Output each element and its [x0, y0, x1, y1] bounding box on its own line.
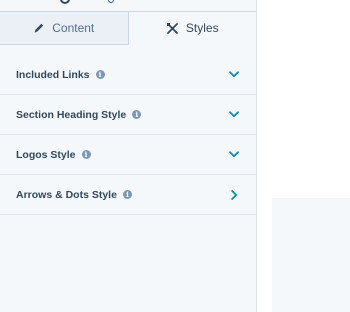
editor-tabs: Content Styles [0, 11, 256, 45]
section-logos-style[interactable]: Logos Style i [0, 135, 256, 175]
info-icon[interactable]: i [132, 110, 142, 119]
section-label: Section Heading Style [16, 108, 127, 121]
cut-off-icon [108, 0, 114, 3]
info-icon[interactable]: i [81, 150, 91, 159]
cut-off-icon [60, 0, 70, 4]
chevron-down-icon[interactable] [228, 149, 240, 161]
section-included-links[interactable]: Included Links i [0, 55, 256, 95]
tab-content[interactable]: Content [0, 11, 129, 45]
info-icon[interactable]: i [122, 190, 132, 199]
tab-content-label: Content [52, 21, 95, 35]
section-label: Included Links [16, 68, 90, 81]
section-label: Arrows & Dots Style [16, 188, 117, 201]
section-label: Logos Style [16, 148, 76, 161]
chevron-right-icon[interactable] [228, 189, 240, 201]
info-icon[interactable]: i [95, 70, 105, 79]
preview-canvas-area [272, 198, 350, 312]
tab-styles[interactable]: Styles [128, 11, 256, 45]
chevron-down-icon[interactable] [228, 109, 240, 121]
sidebar-panel: Content Styles Included Links i Section … [0, 0, 257, 312]
section-arrows-dots-style[interactable]: Arrows & Dots Style i [0, 175, 256, 215]
chevron-down-icon[interactable] [228, 69, 240, 81]
panel-gutter [257, 0, 272, 312]
style-sections-list: Included Links i Section Heading Style i… [0, 55, 256, 215]
pencil-icon [33, 22, 45, 34]
cut-off-top-toolbar [0, 0, 256, 11]
tab-styles-label: Styles [185, 21, 219, 35]
brush-ruler-icon [166, 22, 179, 35]
section-section-heading-style[interactable]: Section Heading Style i [0, 95, 256, 135]
